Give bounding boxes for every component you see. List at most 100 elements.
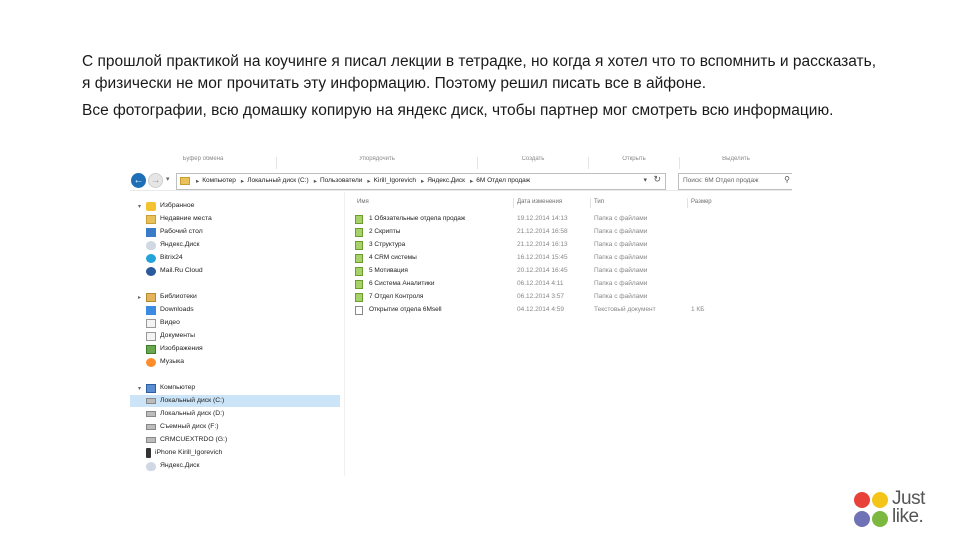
- file-row[interactable]: 7 Отдел Контроля 06.12.2014 3:57 Папка с ф…: [345, 291, 792, 304]
- file-date: 06.12.2014 4:11: [517, 280, 564, 287]
- search-input[interactable]: Поиск: 6М Отдел продаж ⚲: [678, 173, 792, 190]
- cloud-icon: [146, 240, 156, 250]
- folder-icon: [355, 267, 363, 276]
- collapse-caret-icon[interactable]: ▾: [138, 203, 141, 210]
- file-date: 04.12.2014 4:59: [517, 306, 564, 313]
- recent-locations-chevron-icon[interactable]: ▾: [166, 175, 170, 183]
- nav-item-yandex-disk-2[interactable]: Яндекс.Диск: [146, 460, 200, 472]
- ribbon-group-select[interactable]: Выделить: [680, 156, 792, 170]
- nav-item-mail-cloud[interactable]: Mail.Ru Cloud: [146, 265, 203, 277]
- nav-label: Музыка: [160, 358, 185, 365]
- search-icon[interactable]: ⚲: [784, 175, 790, 184]
- second-paragraph: Все фотографии, всю домашку копирую на я…: [82, 102, 834, 119]
- file-name: 6 Система Аналитики: [369, 280, 435, 287]
- file-row[interactable]: Открытие отдела 6Мsell 04.12.2014 4:59 Тек…: [345, 304, 792, 317]
- nav-item-bitrix24[interactable]: Bitrix24: [146, 252, 183, 264]
- nav-item-drive-c[interactable]: Локальный диск (C:): [130, 395, 340, 407]
- nav-label: Локальный диск (D:): [160, 410, 225, 417]
- text-file-icon: [355, 306, 363, 315]
- nav-label: Съемный диск (F:): [160, 423, 219, 430]
- ribbon-group-organize[interactable]: Упорядочить: [277, 156, 477, 170]
- file-row[interactable]: 3 Структура 21.12.2014 16:13 Папка с файла…: [345, 239, 792, 252]
- logo-dot-red: [854, 492, 870, 508]
- forward-arrow-icon[interactable]: →: [148, 173, 163, 188]
- column-header-date[interactable]: Дата изменения: [517, 199, 562, 205]
- nav-favorites-header[interactable]: Избранное: [146, 200, 194, 212]
- file-row[interactable]: 1 Обязательные отдела продаж 19.12.2014 1…: [345, 213, 792, 226]
- folder-icon: [180, 177, 190, 185]
- nav-item-music[interactable]: Музыка: [146, 356, 184, 368]
- nav-item-drive-d[interactable]: Локальный диск (D:): [146, 408, 224, 420]
- nav-item-images[interactable]: Изображения: [146, 343, 203, 355]
- address-bar[interactable]: ▸ Компьютер ▸ Локальный диск (C:) ▸ Поль…: [176, 173, 666, 190]
- file-row[interactable]: 2 Скрипты 21.12.2014 16:58 Папка с файлами: [345, 226, 792, 239]
- folder-icon: [355, 228, 363, 237]
- phone-icon: [146, 448, 151, 458]
- nav-label: iPhone Kirill_Igorevich: [155, 449, 223, 456]
- breadcrumb-item-current[interactable]: 6М Отдел продаж: [476, 177, 530, 185]
- column-header-type[interactable]: Тип: [594, 199, 604, 205]
- bitrix-icon: [146, 253, 156, 263]
- nav-computer-header[interactable]: Компьютер: [146, 382, 195, 394]
- file-size: 1 КБ: [691, 306, 705, 313]
- nav-item-downloads[interactable]: Downloads: [146, 304, 194, 316]
- nav-item-recent[interactable]: Недавние места: [146, 213, 212, 225]
- back-arrow-icon[interactable]: ←: [131, 173, 146, 188]
- mail-cloud-icon: [146, 266, 156, 276]
- ribbon-group-new[interactable]: Создать: [478, 156, 588, 170]
- breadcrumb-item[interactable]: Kirill_Igorevich: [374, 177, 416, 185]
- nav-label: Изображения: [160, 345, 203, 352]
- address-dropdown-chevron-icon[interactable]: ▾: [643, 176, 647, 184]
- file-row[interactable]: 4 CRM системы 16.12.2014 15:45 Папка с фай…: [345, 252, 792, 265]
- computer-icon: [146, 383, 156, 393]
- nav-label: Недавние места: [160, 215, 212, 222]
- nav-item-yandex-disk[interactable]: Яндекс.Диск: [146, 239, 200, 251]
- file-row[interactable]: 5 Мотивация 20.12.2014 16:45 Папка с файла…: [345, 265, 792, 278]
- nav-label: Яндекс.Диск: [160, 462, 200, 469]
- breadcrumb-item[interactable]: Пользователи: [320, 177, 362, 185]
- file-name: 5 Мотивация: [369, 267, 408, 274]
- nav-item-drive-g[interactable]: CRMCUEXTRDO (G:): [146, 434, 227, 446]
- removable-drive-icon: [146, 424, 156, 430]
- file-type: Папка с файлами: [594, 267, 648, 274]
- file-date: 21.12.2014 16:13: [517, 241, 568, 248]
- file-type: Папка с файлами: [594, 254, 648, 261]
- file-name: Открытие отдела 6Мsell: [369, 306, 442, 313]
- nav-libraries-header[interactable]: Библиотеки: [146, 291, 197, 303]
- nav-label: Библиотеки: [160, 293, 197, 300]
- search-placeholder: Поиск: 6М Отдел продаж: [683, 177, 759, 184]
- nav-label: Mail.Ru Cloud: [160, 267, 203, 274]
- drive-icon: [146, 437, 156, 443]
- file-type: Папка с файлами: [594, 215, 648, 222]
- nav-item-desktop[interactable]: Рабочий стол: [146, 226, 203, 238]
- file-date: 19.12.2014 14:13: [517, 215, 568, 222]
- expand-caret-icon[interactable]: ▸: [138, 294, 141, 301]
- column-header-name[interactable]: Имя: [357, 199, 369, 205]
- downloads-icon: [146, 305, 156, 315]
- nav-item-documents[interactable]: Документы: [146, 330, 195, 342]
- breadcrumb-item[interactable]: Яндекс.Диск: [427, 177, 465, 185]
- intro-paragraph: С прошлой практикой на коучинге я писал …: [82, 53, 877, 92]
- nav-label: Рабочий стол: [160, 228, 203, 235]
- nav-item-iphone[interactable]: iPhone Kirill_Igorevich: [146, 447, 222, 459]
- ribbon-group-open[interactable]: Открыть: [589, 156, 679, 170]
- nav-label: Компьютер: [160, 384, 196, 391]
- nav-item-video[interactable]: Видео: [146, 317, 180, 329]
- column-header-size[interactable]: Размер: [691, 199, 712, 205]
- navigation-pane: ▾ Избранное Недавние места Рабочий стол …: [130, 192, 340, 476]
- ribbon-group-clipboard[interactable]: Буфер обмена: [130, 156, 276, 170]
- breadcrumb-separator-icon: ▸: [367, 178, 371, 185]
- file-row[interactable]: 6 Система Аналитики 06.12.2014 4:11 Папка …: [345, 278, 792, 291]
- nav-item-drive-f[interactable]: Съемный диск (F:): [146, 421, 219, 433]
- library-icon: [146, 292, 156, 302]
- folder-icon: [355, 241, 363, 250]
- justlike-logo: Just like.: [854, 489, 944, 532]
- collapse-caret-icon[interactable]: ▾: [138, 385, 141, 392]
- refresh-icon[interactable]: ↻: [653, 174, 661, 185]
- breadcrumb-separator-icon: ▸: [196, 178, 200, 185]
- breadcrumb-item[interactable]: Локальный диск (C:): [247, 177, 309, 185]
- logo-text-line2: like.: [892, 506, 924, 527]
- breadcrumb-item[interactable]: Компьютер: [202, 177, 236, 185]
- nav-label: Локальный диск (C:): [160, 397, 225, 404]
- file-date: 06.12.2014 3:57: [517, 293, 564, 300]
